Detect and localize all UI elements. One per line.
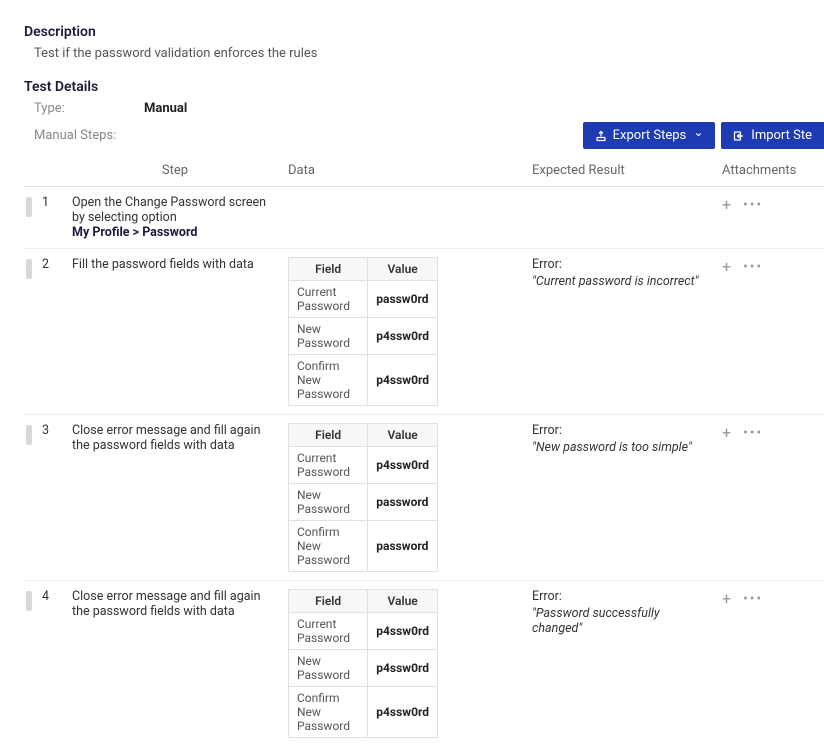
- data-field-label: New Password: [289, 318, 368, 355]
- data-field-value: p4ssw0rd: [368, 613, 438, 650]
- data-field-value: p4ssw0rd: [368, 447, 438, 484]
- data-table: FieldValueCurrent Passwordpassw0rdNew Pa…: [288, 257, 438, 406]
- data-field-value: p4ssw0rd: [368, 318, 438, 355]
- data-field-label: New Password: [289, 650, 368, 687]
- step-description: Close error message and fill again the p…: [66, 589, 288, 619]
- step-number: 3: [42, 423, 66, 438]
- data-field-label: Confirm New Password: [289, 687, 368, 738]
- more-options-icon[interactable]: •••: [743, 260, 763, 274]
- add-attachment-icon[interactable]: +: [722, 197, 731, 213]
- data-field-label: Current Password: [289, 613, 368, 650]
- expected-result: Error: "Password successfully changed": [532, 589, 722, 636]
- step-number: 2: [42, 257, 66, 272]
- type-label: Type:: [34, 101, 144, 116]
- step-data: FieldValueCurrent Passwordp4ssw0rdNew Pa…: [288, 589, 532, 738]
- data-field-label: Current Password: [289, 447, 368, 484]
- step-data: FieldValueCurrent Passwordp4ssw0rdNew Pa…: [288, 423, 532, 572]
- add-attachment-icon[interactable]: +: [722, 425, 731, 441]
- step-row: 1Open the Change Password screen by sele…: [24, 187, 824, 249]
- drag-handle[interactable]: [26, 259, 32, 279]
- data-header-field: Field: [289, 424, 368, 447]
- expected-title: Error:: [532, 423, 712, 438]
- export-steps-button[interactable]: Export Steps: [583, 122, 716, 149]
- data-header-value: Value: [368, 258, 438, 281]
- step-description: Fill the password fields with data: [66, 257, 288, 272]
- chevron-down-icon: [694, 128, 703, 143]
- data-field-value: p4ssw0rd: [368, 687, 438, 738]
- header-data: Data: [288, 163, 532, 178]
- add-attachment-icon[interactable]: +: [722, 591, 731, 607]
- expected-message: "Current password is incorrect": [532, 274, 712, 289]
- step-number: 4: [42, 589, 66, 604]
- data-field-label: Current Password: [289, 281, 368, 318]
- step-description: Open the Change Password screen by selec…: [66, 195, 288, 240]
- test-details-title: Test Details: [24, 79, 824, 95]
- step-row: 4Close error message and fill again the …: [24, 581, 824, 746]
- export-icon: [595, 130, 607, 142]
- expected-title: Error:: [532, 257, 712, 272]
- data-table: FieldValueCurrent Passwordp4ssw0rdNew Pa…: [288, 589, 438, 738]
- export-label: Export Steps: [613, 128, 687, 143]
- data-field-label: Confirm New Password: [289, 355, 368, 406]
- drag-handle[interactable]: [26, 591, 32, 611]
- data-field-value: p4ssw0rd: [368, 650, 438, 687]
- data-field-label: Confirm New Password: [289, 521, 368, 572]
- data-field-label: New Password: [289, 484, 368, 521]
- drag-handle[interactable]: [26, 425, 32, 445]
- data-field-value: p4ssw0rd: [368, 355, 438, 406]
- data-field-value: password: [368, 484, 438, 521]
- step-row: 2Fill the password fields with dataField…: [24, 249, 824, 415]
- import-steps-button[interactable]: Import Ste: [721, 122, 824, 149]
- data-header-field: Field: [289, 258, 368, 281]
- drag-handle[interactable]: [26, 197, 32, 217]
- expected-message: "New password is too simple": [532, 440, 712, 455]
- import-label: Import Ste: [751, 128, 812, 143]
- expected-message: "Password successfully changed": [532, 606, 712, 636]
- steps-header-row: Step Data Expected Result Attachments: [24, 155, 824, 187]
- more-options-icon[interactable]: •••: [743, 592, 763, 606]
- data-header-value: Value: [368, 424, 438, 447]
- data-field-value: password: [368, 521, 438, 572]
- add-attachment-icon[interactable]: +: [722, 259, 731, 275]
- more-options-icon[interactable]: •••: [743, 426, 763, 440]
- more-options-icon[interactable]: •••: [743, 198, 763, 212]
- step-row: 3Close error message and fill again the …: [24, 415, 824, 581]
- header-expected: Expected Result: [532, 163, 722, 178]
- type-value: Manual: [144, 101, 187, 116]
- description-text: Test if the password validation enforces…: [24, 46, 824, 61]
- manual-steps-label: Manual Steps:: [34, 128, 116, 143]
- expected-title: Error:: [532, 589, 712, 604]
- expected-result: Error: "New password is too simple": [532, 423, 722, 455]
- header-step: Step: [66, 163, 288, 178]
- header-attachments: Attachments: [722, 163, 812, 178]
- expected-result: Error: "Current password is incorrect": [532, 257, 722, 289]
- step-description: Close error message and fill again the p…: [66, 423, 288, 453]
- import-icon: [733, 130, 745, 142]
- data-field-value: passw0rd: [368, 281, 438, 318]
- data-header-field: Field: [289, 590, 368, 613]
- step-number: 1: [42, 195, 66, 210]
- description-title: Description: [24, 24, 824, 40]
- data-header-value: Value: [368, 590, 438, 613]
- step-data: FieldValueCurrent Passwordpassw0rdNew Pa…: [288, 257, 532, 406]
- data-table: FieldValueCurrent Passwordp4ssw0rdNew Pa…: [288, 423, 438, 572]
